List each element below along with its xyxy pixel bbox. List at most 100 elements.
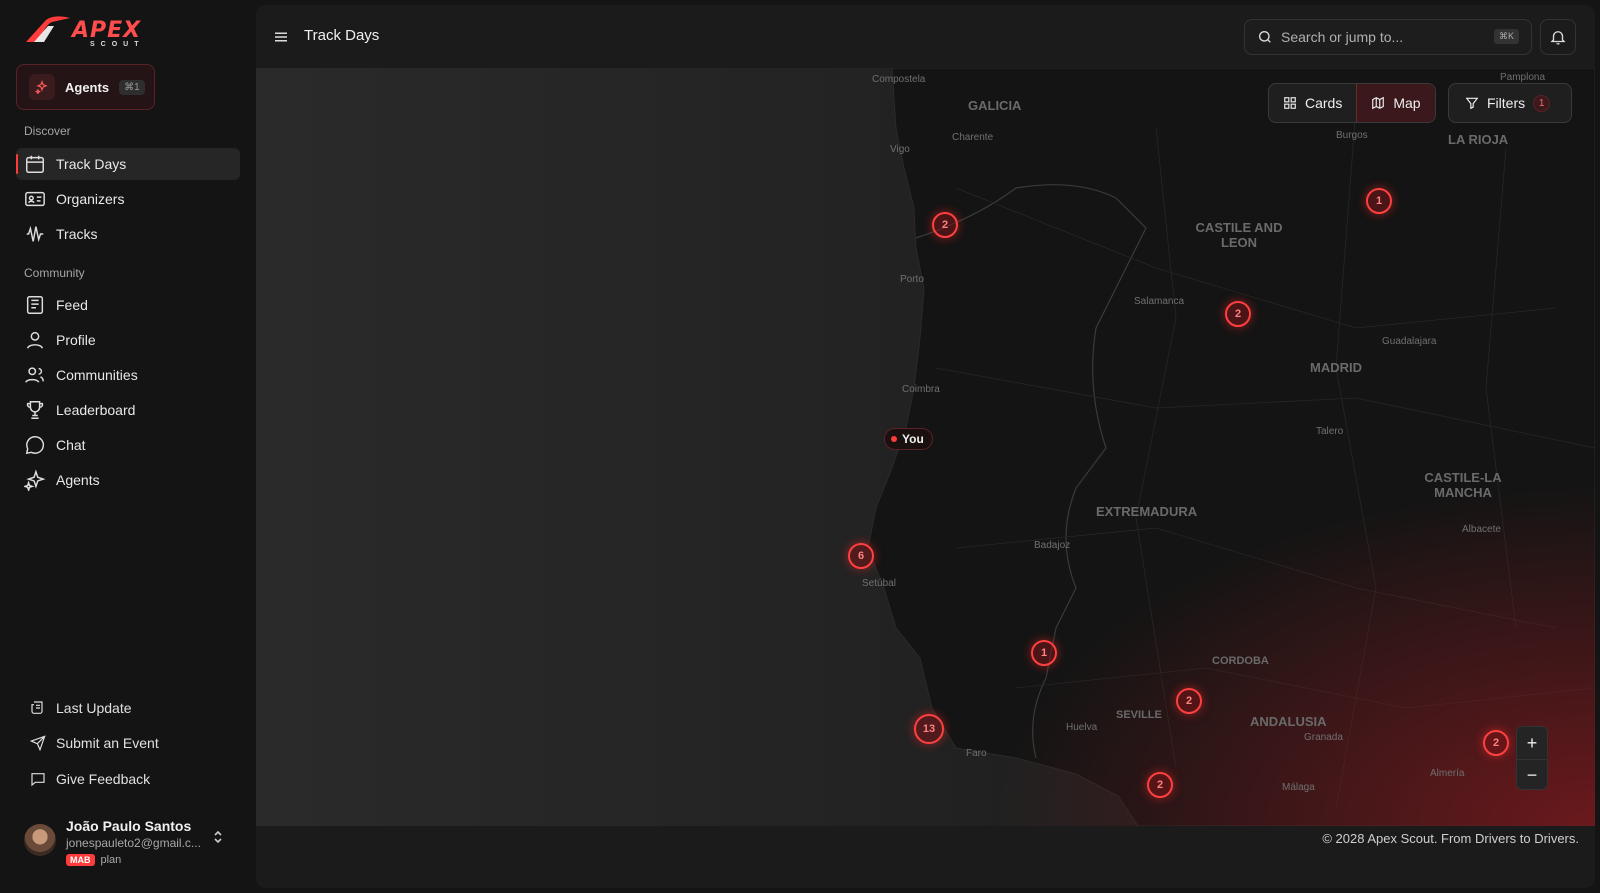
id-card-icon (25, 191, 45, 207)
page-title: Track Days (304, 27, 380, 44)
cards-view-label: Cards (1305, 95, 1343, 111)
waveform-icon (26, 225, 44, 243)
zoom-out-button[interactable]: − (1517, 759, 1547, 789)
event-cluster-marker[interactable]: 1 (1366, 188, 1392, 214)
region-label: LA RIOJA (1448, 132, 1509, 147)
zoom-controls: + − (1516, 726, 1548, 790)
chevron-up-down-icon (214, 830, 222, 844)
filters-button[interactable]: Filters 1 (1448, 83, 1572, 123)
place-label: Compostela (872, 74, 926, 85)
sparkles-icon (29, 74, 55, 100)
place-label: Setúbal (862, 578, 896, 589)
search-input[interactable] (1281, 29, 1481, 45)
sidebar-item-agents[interactable]: Agents (16, 464, 240, 496)
event-cluster-marker[interactable]: 2 (1225, 301, 1251, 327)
grid-icon (1284, 97, 1296, 109)
submit-event-label: Submit an Event (56, 735, 159, 751)
avatar (24, 824, 56, 856)
sidebar-item-tracks[interactable]: Tracks (16, 218, 240, 250)
place-label: Albacete (1462, 524, 1501, 535)
region-label: SEVILLE (1116, 709, 1162, 721)
sparkles-icon (24, 469, 46, 491)
sidebar-item-label: Feed (56, 297, 88, 313)
filter-icon (1465, 97, 1479, 110)
menu-icon[interactable] (272, 28, 290, 46)
sidebar-item-label: Communities (56, 367, 138, 383)
filters-label: Filters (1487, 95, 1526, 111)
plan-badge: MAB (66, 854, 95, 866)
search-box[interactable]: ⌘K (1244, 19, 1532, 55)
event-cluster-marker[interactable]: 2 (1483, 730, 1509, 756)
sidebar-item-organizers[interactable]: Organizers (16, 183, 240, 215)
newspaper-icon (26, 296, 44, 314)
sidebar-item-chat[interactable]: Chat (16, 429, 240, 461)
search-icon (1259, 31, 1271, 43)
sidebar-item-label: Track Days (56, 156, 127, 172)
last-update-link[interactable]: Last Update (30, 700, 132, 716)
region-label: CASTILE-LA MANCHA (1424, 470, 1502, 500)
event-cluster-marker[interactable]: 2 (1147, 772, 1173, 798)
event-cluster-marker[interactable]: 2 (932, 212, 958, 238)
sidebar-item-label: Organizers (56, 191, 125, 207)
place-label: Guadalajara (1382, 336, 1437, 347)
event-cluster-marker[interactable]: 13 (914, 714, 944, 744)
agents-shortcut-button[interactable]: Agents ⌘1 (16, 64, 155, 110)
agents-pill-shortcut: ⌘1 (119, 79, 145, 95)
main-panel: Track Days ⌘K (256, 5, 1595, 888)
submit-event-link[interactable]: Submit an Event (30, 735, 159, 751)
place-label: Badajoz (1034, 540, 1071, 551)
user-info: João Paulo Santos jonespauleto2@gmail.c.… (66, 818, 201, 866)
notifications-button[interactable] (1540, 19, 1576, 55)
user-name: João Paulo Santos (66, 818, 192, 834)
region-label: ANDALUSIA (1250, 714, 1327, 729)
map-view[interactable]: Cards Map Filters 1 GALICIA CASTILE AND … (256, 68, 1595, 826)
place-label: Talero (1316, 426, 1344, 437)
filters-count-badge: 1 (1533, 94, 1551, 112)
place-label: Faro (966, 748, 987, 759)
brand-logo[interactable]: APEX SCOUT (24, 12, 154, 48)
chat-bubble-icon (25, 436, 45, 455)
send-icon (30, 735, 46, 751)
place-label: Vigo (890, 144, 910, 155)
sidebar-item-label: Profile (56, 332, 96, 348)
view-toggle: Cards Map (1268, 83, 1436, 123)
trophy-icon (26, 401, 44, 419)
map-view-label: Map (1393, 95, 1421, 111)
sidebar-item-label: Agents (56, 472, 100, 488)
cards-view-button[interactable]: Cards (1269, 84, 1356, 122)
user-menu[interactable]: João Paulo Santos jonespauleto2@gmail.c.… (24, 818, 240, 878)
scroll-icon (31, 701, 43, 714)
section-community: Community (24, 266, 85, 280)
map-view-button[interactable]: Map (1356, 84, 1435, 122)
sidebar-item-track-days[interactable]: Track Days (16, 148, 240, 180)
place-label: Charente (952, 132, 994, 143)
region-label: CASTILE AND LEON (1195, 220, 1283, 250)
event-cluster-marker[interactable]: 6 (848, 543, 874, 569)
place-label: Salamanca (1134, 296, 1185, 307)
zoom-in-button[interactable]: + (1517, 727, 1547, 759)
event-cluster-marker[interactable]: 1 (1031, 640, 1057, 666)
place-label: Burgos (1336, 130, 1368, 141)
place-label: Coimbra (902, 384, 940, 395)
give-feedback-link[interactable]: Give Feedback (30, 771, 150, 787)
sidebar-item-leaderboard[interactable]: Leaderboard (16, 394, 240, 426)
top-bar: Track Days ⌘K (256, 5, 1595, 68)
current-location-marker[interactable]: You (884, 428, 933, 450)
give-feedback-label: Give Feedback (56, 771, 151, 787)
map-icon (1372, 96, 1385, 110)
place-label: Almería (1430, 768, 1465, 779)
event-cluster-marker[interactable]: 2 (1176, 688, 1202, 714)
sidebar-item-profile[interactable]: Profile (16, 324, 240, 356)
sidebar: APEX SCOUT Agents ⌘1 Discover Track Days… (0, 0, 256, 893)
user-email: jonespauleto2@gmail.c... (66, 836, 201, 850)
users-icon (25, 367, 44, 383)
sidebar-item-communities[interactable]: Communities (16, 359, 240, 391)
place-label: Huelva (1066, 722, 1098, 733)
brand-sub: SCOUT (90, 41, 145, 48)
you-label: You (902, 432, 924, 446)
app-root: APEX SCOUT Agents ⌘1 Discover Track Days… (0, 0, 1600, 893)
user-plan: MAB plan (66, 854, 201, 866)
sidebar-item-feed[interactable]: Feed (16, 289, 240, 321)
place-label: Porto (900, 274, 924, 285)
place-label: Pamplona (1500, 72, 1546, 83)
